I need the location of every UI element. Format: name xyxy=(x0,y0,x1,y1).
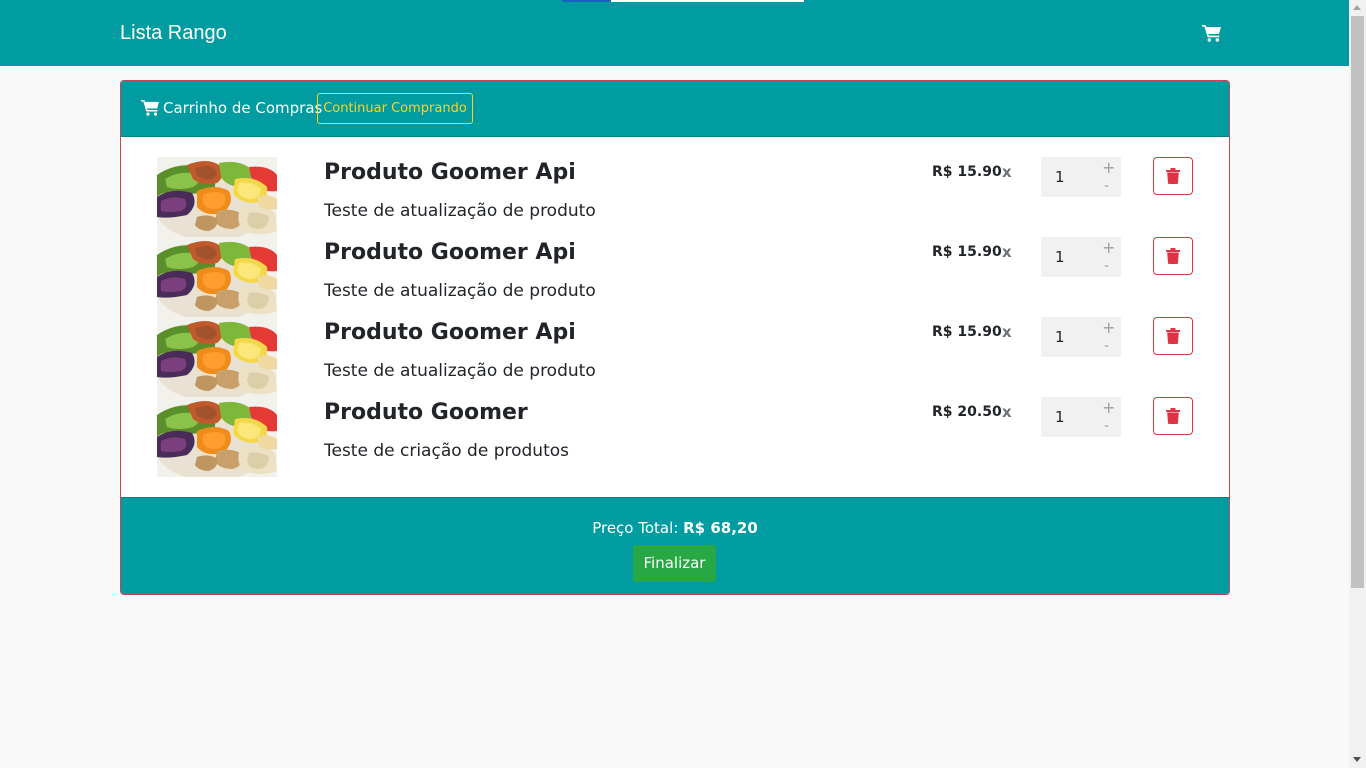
navbar: Lista Rango xyxy=(0,0,1349,66)
product-name: Produto Goomer xyxy=(324,400,528,425)
product-image xyxy=(157,157,277,237)
scrollbar-thumb[interactable] xyxy=(1351,16,1364,588)
shopping-cart-icon xyxy=(141,99,160,116)
page-load-progress xyxy=(562,0,804,2)
cart-title: Carrinho de Compras xyxy=(163,99,323,117)
cart-item: Produto Goomer Teste de criação de produ… xyxy=(121,397,1229,477)
multiply-sign: x xyxy=(1002,243,1012,261)
scroll-up-icon[interactable] xyxy=(1353,5,1361,10)
total-value: R$ 68,20 xyxy=(683,519,758,537)
increase-quantity-button[interactable]: + xyxy=(1102,159,1115,177)
multiply-sign: x xyxy=(1002,323,1012,341)
quantity-value[interactable]: 1 xyxy=(1055,327,1075,347)
total-price: Preço Total: R$ 68,20 xyxy=(121,518,1229,538)
continue-shopping-button[interactable]: Continuar Comprando xyxy=(317,93,473,124)
quantity-value[interactable]: 1 xyxy=(1055,247,1075,267)
product-name: Produto Goomer Api xyxy=(324,160,576,185)
quantity-value[interactable]: 1 xyxy=(1055,167,1075,187)
product-description: Teste de criação de produtos xyxy=(324,441,569,461)
quantity-stepper[interactable]: 1 + - xyxy=(1041,397,1121,437)
product-image xyxy=(157,317,277,397)
increase-quantity-button[interactable]: + xyxy=(1102,239,1115,257)
cart-item: Produto Goomer Api Teste de atualização … xyxy=(121,157,1229,237)
product-image xyxy=(157,397,277,477)
multiply-sign: x xyxy=(1002,403,1012,421)
cart-footer: Preço Total: R$ 68,20 Finalizar xyxy=(121,497,1229,594)
shopping-cart-icon[interactable] xyxy=(1202,24,1222,42)
product-price: R$ 20.50 xyxy=(932,404,1002,420)
product-description: Teste de atualização de produto xyxy=(324,201,596,221)
product-description: Teste de atualização de produto xyxy=(324,281,596,301)
multiply-sign: x xyxy=(1002,163,1012,181)
decrease-quantity-button[interactable]: - xyxy=(1104,177,1109,195)
product-price: R$ 15.90 xyxy=(932,244,1002,260)
product-description: Teste de atualização de produto xyxy=(324,361,596,381)
quantity-stepper[interactable]: 1 + - xyxy=(1041,157,1121,197)
increase-quantity-button[interactable]: + xyxy=(1102,399,1115,417)
decrease-quantity-button[interactable]: - xyxy=(1104,257,1109,275)
decrease-quantity-button[interactable]: - xyxy=(1104,337,1109,355)
cart-header: Carrinho de Compras Continuar Comprando xyxy=(121,81,1229,137)
finalize-button[interactable]: Finalizar xyxy=(633,545,716,582)
scroll-down-icon[interactable] xyxy=(1353,757,1361,762)
decrease-quantity-button[interactable]: - xyxy=(1104,417,1109,435)
increase-quantity-button[interactable]: + xyxy=(1102,319,1115,337)
brand-logo[interactable]: Lista Rango xyxy=(120,20,227,46)
remove-item-button[interactable] xyxy=(1153,157,1193,195)
remove-item-button[interactable] xyxy=(1153,317,1193,355)
remove-item-button[interactable] xyxy=(1153,397,1193,435)
product-price: R$ 15.90 xyxy=(932,164,1002,180)
cart-item: Produto Goomer Api Teste de atualização … xyxy=(121,237,1229,317)
remove-item-button[interactable] xyxy=(1153,237,1193,275)
quantity-value[interactable]: 1 xyxy=(1055,407,1075,427)
product-name: Produto Goomer Api xyxy=(324,240,576,265)
quantity-stepper[interactable]: 1 + - xyxy=(1041,317,1121,357)
product-image xyxy=(157,237,277,317)
vertical-scrollbar[interactable] xyxy=(1349,0,1366,768)
quantity-stepper[interactable]: 1 + - xyxy=(1041,237,1121,277)
total-label: Preço Total: xyxy=(592,519,679,537)
product-name: Produto Goomer Api xyxy=(324,320,576,345)
shopping-cart-card: Carrinho de Compras Continuar Comprando xyxy=(120,80,1230,595)
product-price: R$ 15.90 xyxy=(932,324,1002,340)
cart-item: Produto Goomer Api Teste de atualização … xyxy=(121,317,1229,397)
